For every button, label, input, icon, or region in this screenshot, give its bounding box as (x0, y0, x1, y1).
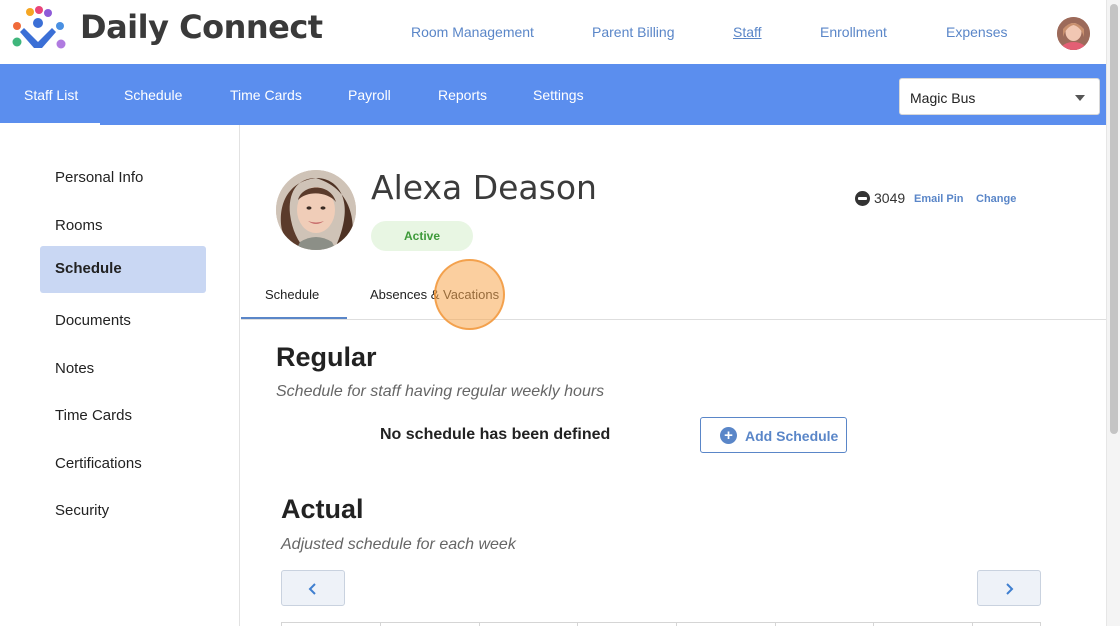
scrollbar-thumb[interactable] (1110, 4, 1118, 434)
sidebar-item-schedule[interactable]: Schedule (40, 246, 206, 293)
sidebar-item-label: Time Cards (55, 407, 132, 424)
change-pin-link[interactable]: Change (976, 193, 1016, 205)
table-column-divider (873, 622, 874, 626)
table-column-divider (380, 622, 381, 626)
sidebar-item-label: Personal Info (55, 169, 144, 186)
plus-circle-icon: + (720, 427, 737, 444)
tab-absences-vacations[interactable]: Absences & Vacations (370, 287, 499, 302)
sidebar-item-label: Certifications (55, 455, 142, 472)
brand-name: Daily Connect (80, 8, 323, 46)
user-avatar[interactable] (1057, 17, 1090, 50)
add-schedule-button[interactable]: + Add Schedule (700, 417, 847, 453)
table-column-divider (972, 622, 973, 626)
add-schedule-label: Add Schedule (745, 428, 839, 444)
sidebar-item-rooms[interactable]: Rooms (40, 203, 206, 250)
tab-schedule[interactable]: Schedule (265, 287, 319, 302)
sidebar-item-label: Notes (55, 360, 95, 377)
sidebar-item-notes[interactable]: Notes (40, 346, 206, 393)
table-column-divider (775, 622, 776, 626)
staff-photo (276, 170, 356, 250)
chevron-left-icon (308, 583, 316, 595)
sidebar-item-security[interactable]: Security (40, 488, 206, 535)
table-column-divider (577, 622, 578, 626)
email-pin-link[interactable]: Email Pin (914, 193, 964, 205)
school-select[interactable]: Magic Bus (899, 78, 1100, 115)
school-select-value: Magic Bus (910, 90, 976, 106)
sidebar-item-label: Rooms (55, 217, 103, 234)
table-column-divider (281, 622, 282, 626)
people-dots-logo-icon[interactable] (8, 6, 70, 56)
chevron-right-icon (1006, 583, 1014, 595)
sub-nav-schedule[interactable]: Schedule (124, 87, 182, 103)
sub-nav-settings[interactable]: Settings (533, 87, 584, 103)
tabs-divider (241, 319, 1106, 320)
staff-name: Alexa Deason (371, 168, 597, 207)
sidebar-item-time-cards[interactable]: Time Cards (40, 393, 206, 440)
actual-section-title: Actual (281, 494, 364, 524)
regular-section-subtitle: Schedule for staff having regular weekly… (276, 383, 605, 400)
sidebar-item-label: Security (55, 502, 110, 519)
active-tab-indicator (241, 317, 347, 319)
chevron-down-icon (1075, 95, 1085, 101)
sub-nav-reports[interactable]: Reports (438, 87, 487, 103)
sub-nav-time-cards[interactable]: Time Cards (230, 87, 302, 103)
previous-week-button[interactable] (281, 570, 345, 606)
page-scrollbar[interactable] (1106, 0, 1120, 626)
table-column-divider (1040, 622, 1041, 626)
status-badge: Active (371, 221, 473, 251)
top-nav-enrollment[interactable]: Enrollment (820, 24, 887, 40)
top-nav-room-management[interactable]: Room Management (411, 24, 534, 40)
top-nav-staff[interactable]: Staff (733, 24, 762, 40)
top-header: Daily Connect Room Management Parent Bil… (0, 0, 1106, 64)
pin-value: 3049 (874, 190, 906, 206)
sidebar-item-certifications[interactable]: Certifications (40, 441, 206, 488)
pin-icon (855, 191, 870, 206)
sub-nav-payroll[interactable]: Payroll (348, 87, 391, 103)
sidebar-item-label: Schedule (55, 260, 122, 277)
sidebar-item-personal-info[interactable]: Personal Info (40, 155, 206, 202)
sidebar-item-documents[interactable]: Documents (40, 298, 206, 345)
table-column-divider (676, 622, 677, 626)
sidebar-item-label: Documents (55, 312, 131, 329)
empty-schedule-message: No schedule has been defined (380, 426, 611, 443)
top-nav-parent-billing[interactable]: Parent Billing (592, 24, 675, 40)
table-column-divider (479, 622, 480, 626)
next-week-button[interactable] (977, 570, 1041, 606)
top-nav-expenses[interactable]: Expenses (946, 24, 1007, 40)
actual-section-subtitle: Adjusted schedule for each week (281, 536, 516, 553)
regular-section-title: Regular (276, 342, 377, 372)
weekly-schedule-table (281, 622, 1041, 626)
sub-nav-staff-list[interactable]: Staff List (24, 87, 78, 103)
profile-sidebar: Personal Info Rooms Schedule Documents N… (0, 125, 240, 626)
